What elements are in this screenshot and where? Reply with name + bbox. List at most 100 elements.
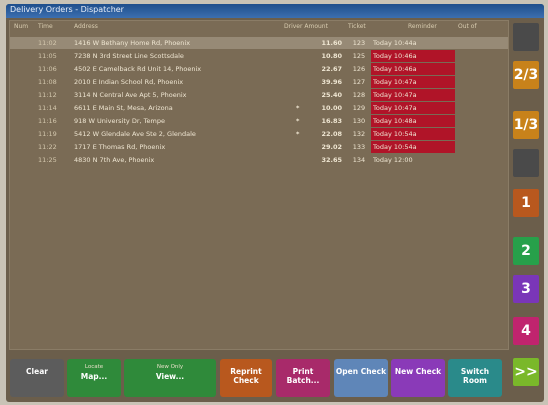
col-num: Num: [14, 23, 29, 30]
order-ticket: 128: [352, 91, 366, 99]
order-address: 4830 N 7th Ave, Phoenix: [74, 156, 155, 164]
print-batch-button[interactable]: Print Batch...: [276, 359, 330, 397]
order-time: 11:16: [38, 117, 57, 125]
order-address: 4502 E Camelback Rd Unit 14, Phoenix: [74, 65, 202, 73]
order-marker: *: [296, 117, 300, 125]
order-amount: 39.96: [321, 78, 342, 86]
button-label: Switch Room: [460, 367, 490, 385]
order-time: 11:08: [38, 78, 57, 86]
order-address: 7238 N 3rd Street Line Scottsdale: [74, 52, 184, 60]
order-reminder: Today 10:54a: [373, 143, 417, 151]
order-reminder: Today 10:54a: [373, 130, 417, 138]
order-time: 11:19: [38, 130, 57, 138]
reprint-check-button[interactable]: Reprint Check: [220, 359, 272, 397]
button-label: Open Check: [335, 367, 387, 376]
order-reminder: Today 10:47a: [373, 91, 417, 99]
order-address: 3114 N Central Ave Apt 5, Phoenix: [74, 91, 187, 99]
order-address: 1416 W Bethany Home Rd, Phoenix: [74, 39, 191, 47]
bottom-toolbar: Clear Locate Map... New Only View... Reprint …: [6, 356, 544, 402]
button-label: View...: [155, 372, 185, 381]
col-address: Address: [74, 23, 98, 30]
title-bar: Delivery Orders - Dispatcher: [6, 4, 544, 18]
order-ticket: 123: [352, 39, 366, 47]
order-ticket: 133: [352, 143, 366, 151]
order-ticket: 125: [352, 52, 366, 60]
order-amount: 10.80: [321, 52, 342, 60]
button-sublabel: New Only: [156, 364, 184, 370]
order-time: 11:25: [38, 156, 57, 164]
side-button-7[interactable]: 3: [513, 275, 539, 303]
order-time: 11:14: [38, 104, 57, 112]
order-row[interactable]: 11:05 7238 N 3rd Street Line Scottsdale 10…: [10, 50, 508, 62]
button-label: Clear: [26, 367, 48, 376]
order-reminder: Today 12:00: [373, 156, 413, 164]
order-row[interactable]: 11:08 2010 E Indian School Rd, Phoenix 39.…: [10, 76, 508, 88]
button-label: Print Batch...: [286, 367, 320, 385]
switch-room-button[interactable]: Switch Room: [448, 359, 502, 397]
button-label: Reprint Check: [230, 367, 262, 385]
order-address: 2010 E Indian School Rd, Phoenix: [74, 78, 184, 86]
order-time: 11:06: [38, 65, 57, 73]
map-button[interactable]: Locate Map...: [67, 359, 121, 397]
order-time: 11:02: [38, 39, 57, 47]
order-amount: 16.83: [321, 117, 342, 125]
order-amount: 25.40: [321, 91, 342, 99]
side-button-8[interactable]: 4: [513, 317, 539, 345]
order-address: 1717 E Thomas Rd, Phoenix: [74, 143, 166, 151]
order-amount: 22.08: [321, 130, 342, 138]
order-time: 11:12: [38, 91, 57, 99]
side-button-6[interactable]: 2: [513, 237, 539, 265]
order-address: 918 W University Dr, Tempe: [74, 117, 165, 125]
order-time: 11:22: [38, 143, 57, 151]
order-reminder: Today 10:47a: [373, 78, 417, 86]
order-row[interactable]: 11:02 1416 W Bethany Home Rd, Phoenix 11.6…: [10, 37, 508, 49]
order-ticket: 127: [352, 78, 366, 86]
col-driver-amount: Driver Amount: [284, 23, 328, 30]
order-row[interactable]: 11:22 1717 E Thomas Rd, Phoenix 29.02 133 To…: [10, 141, 508, 153]
order-address: 5412 W Glendale Ave Ste 2, Glendale: [74, 130, 196, 138]
col-ticket: Ticket: [348, 23, 366, 30]
order-reminder: Today 10:46a: [373, 52, 417, 60]
order-reminder: Today 10:44a: [373, 39, 417, 47]
clear-button[interactable]: Clear: [10, 359, 64, 397]
side-button-2[interactable]: 2/3: [513, 61, 539, 89]
order-reminder: Today 10:48a: [373, 117, 417, 125]
order-time: 11:05: [38, 52, 57, 60]
view-button[interactable]: New Only View...: [124, 359, 216, 397]
side-button-5[interactable]: 1: [513, 189, 539, 217]
order-marker: *: [296, 130, 300, 138]
order-amount: 22.67: [321, 65, 342, 73]
button-label: New Check: [394, 367, 442, 376]
order-reminder: Today 10:46a: [373, 65, 417, 73]
app-window: Delivery Orders - Dispatcher Num Time Ad…: [6, 4, 544, 402]
order-ticket: 129: [352, 104, 366, 112]
button-sublabel: Locate: [84, 364, 104, 370]
order-address: 6611 E Main St, Mesa, Arizona: [74, 104, 173, 112]
order-reminder: Today 10:47a: [373, 104, 417, 112]
side-button-1[interactable]: [513, 23, 539, 51]
order-row[interactable]: 11:14 6611 E Main St, Mesa, Arizona * 10.00…: [10, 102, 508, 114]
side-button-4[interactable]: [513, 149, 539, 177]
order-ticket: 132: [352, 130, 366, 138]
order-row[interactable]: 11:12 3114 N Central Ave Apt 5, Phoenix 25…: [10, 89, 508, 101]
order-amount: 11.60: [321, 39, 342, 47]
order-row[interactable]: 11:25 4830 N 7th Ave, Phoenix 32.65 134 Toda…: [10, 154, 508, 166]
button-label: Map...: [80, 372, 108, 381]
order-row[interactable]: 11:16 918 W University Dr, Tempe * 16.83 130…: [10, 115, 508, 127]
open-check-button[interactable]: Open Check: [334, 359, 388, 397]
window-title: Delivery Orders - Dispatcher: [10, 5, 124, 14]
order-ticket: 134: [352, 156, 366, 164]
order-marker: *: [296, 104, 300, 112]
col-out-of: Out of: [458, 23, 477, 30]
order-amount: 29.02: [321, 143, 342, 151]
order-ticket: 126: [352, 65, 366, 73]
col-time: Time: [38, 23, 53, 30]
orders-list[interactable]: Num Time Address Driver Amount Ticket Re…: [9, 20, 509, 350]
list-header: Num Time Address Driver Amount Ticket Re…: [10, 21, 508, 33]
order-ticket: 130: [352, 117, 366, 125]
new-check-button[interactable]: New Check: [391, 359, 445, 397]
order-row[interactable]: 11:19 5412 W Glendale Ave Ste 2, Glendale…: [10, 128, 508, 140]
order-row[interactable]: 11:06 4502 E Camelback Rd Unit 14, Phoeni…: [10, 63, 508, 75]
col-reminder: Reminder: [408, 23, 437, 30]
side-button-3[interactable]: 1/3: [513, 111, 539, 139]
